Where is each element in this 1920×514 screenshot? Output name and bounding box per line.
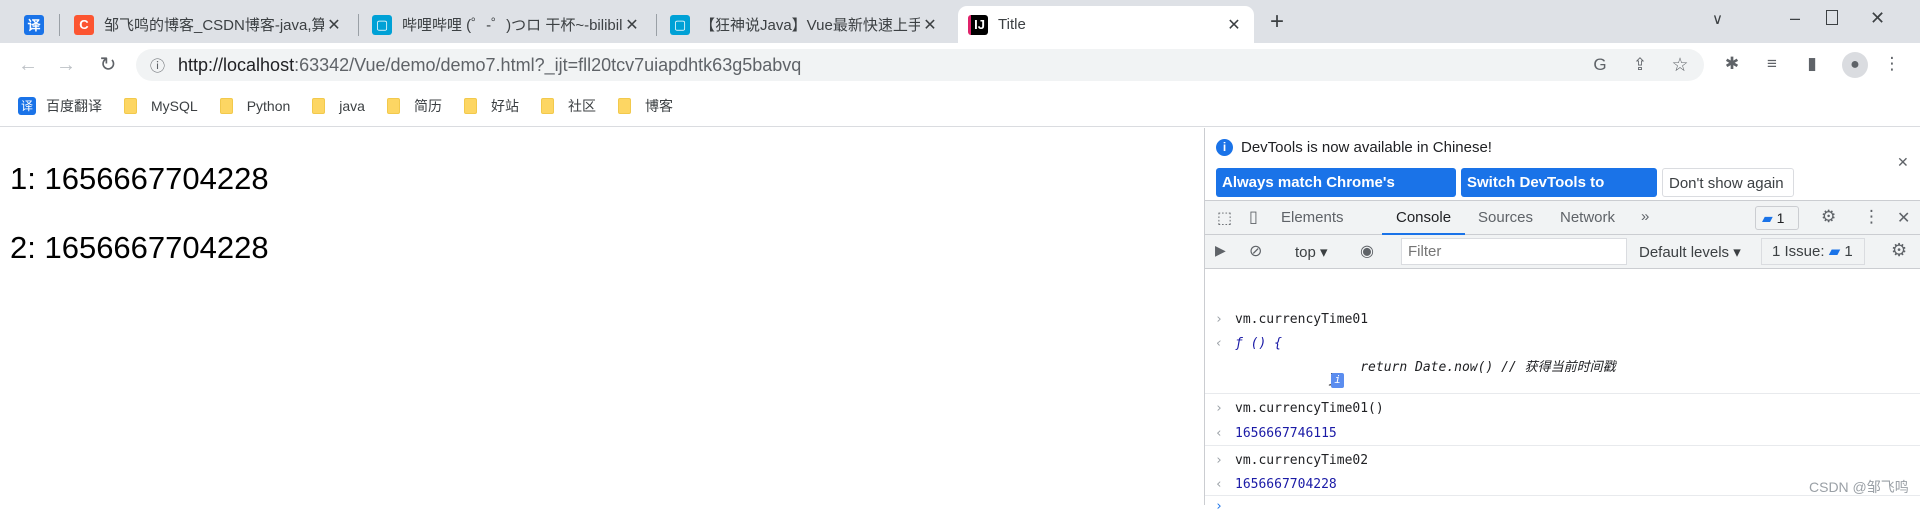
input-chevron-icon: › [1215, 401, 1223, 416]
console-toolbar: ▶ ⊘ top ▾ ◉ Default levels ▾ 1 Issue: ▰ … [1205, 235, 1920, 269]
output-chevron-icon: ‹ [1215, 477, 1223, 492]
language-infobar: i DevTools is now available in Chinese! … [1205, 128, 1920, 220]
switch-to-chinese-button[interactable]: Switch DevTools to Chinese [1461, 168, 1657, 220]
folder-icon [540, 98, 554, 114]
google-translate-icon[interactable]: G [1588, 55, 1612, 75]
tab-bilibili[interactable]: ▢ 哔哩哔哩 (゜-゜)つロ 干杯~-bilibili ✕ [362, 6, 652, 43]
tab-search-icon[interactable]: ∨ [1712, 10, 1723, 28]
settings-gear-icon[interactable]: ⚙ [1821, 207, 1836, 227]
bookmark-folder[interactable]: 博客 [617, 96, 673, 116]
media-queue-icon[interactable]: ≡ [1760, 54, 1784, 74]
new-tab-button[interactable]: + [1270, 8, 1284, 36]
tab-vue-course[interactable]: ▢ 【狂神说Java】Vue最新快速上手 ✕ [660, 6, 950, 43]
dont-show-again-button[interactable]: Don't show again [1662, 168, 1794, 197]
address-bar[interactable]: ⓘ http://localhost:63342/Vue/demo/demo7.… [136, 49, 1704, 81]
forward-button[interactable]: → [52, 51, 80, 79]
watermark: CSDN @邹飞鸣 [1809, 479, 1909, 495]
minimize-button[interactable]: – [1790, 8, 1800, 29]
clear-console-icon[interactable]: ⊘ [1249, 241, 1262, 261]
folder-icon [124, 98, 137, 114]
input-chevron-icon: › [1215, 312, 1223, 327]
bookmark-folder[interactable]: Python [219, 98, 290, 114]
intellij-icon: IJ [968, 14, 988, 35]
page-content: 1: 1656667704228 2: 1656667704228 [0, 128, 1204, 505]
info-icon: i [1216, 139, 1233, 156]
tab-console[interactable]: Console [1382, 201, 1466, 235]
close-tab-icon[interactable]: ✕ [920, 15, 940, 35]
output-chevron-icon: ‹ [1215, 426, 1223, 441]
time-line-2: 2: 1656667704228 [10, 230, 269, 265]
message-icon: ▰ [1828, 243, 1841, 260]
bookmark-star-icon[interactable]: ☆ [1668, 54, 1692, 77]
avatar[interactable]: ● [1842, 52, 1868, 78]
close-tab-icon[interactable]: ✕ [1224, 15, 1244, 35]
console-filter-input[interactable] [1401, 238, 1627, 265]
back-button[interactable]: ← [14, 51, 42, 79]
close-devtools-icon[interactable]: ✕ [1897, 208, 1910, 228]
issues-button[interactable]: 1 Issue: ▰ 1 [1761, 238, 1865, 265]
restore-button[interactable] [1826, 10, 1838, 25]
tab-pinned-translate[interactable]: 译 [14, 6, 54, 43]
folder-icon [386, 98, 400, 114]
info-badge-icon[interactable]: i [1331, 373, 1344, 388]
info-icon[interactable]: ⓘ [150, 55, 165, 76]
close-tab-icon[interactable]: ✕ [622, 15, 642, 35]
console-settings-gear-icon[interactable]: ⚙ [1891, 240, 1907, 261]
bookmark-folder[interactable]: 社区 [540, 96, 596, 116]
folder-icon [617, 98, 631, 114]
close-window-button[interactable]: ✕ [1870, 8, 1885, 29]
message-icon: ▰ [1762, 210, 1773, 226]
share-icon[interactable]: ⇪ [1628, 55, 1652, 75]
input-chevron-icon: › [1215, 453, 1223, 468]
bilibili-icon: ▢ [670, 14, 690, 35]
bookmarks-bar: 译百度翻译 MySQL Python java 简历 好站 社区 博客 [0, 86, 1920, 127]
output-chevron-icon: ‹ [1215, 336, 1223, 351]
tab-network[interactable]: Network [1560, 201, 1615, 235]
tab-title-active[interactable]: IJ Title ✕ [958, 6, 1254, 43]
side-panel-icon[interactable]: ▮ [1800, 54, 1824, 74]
bilibili-icon: ▢ [372, 14, 392, 35]
bookmark-folder[interactable]: MySQL [124, 98, 198, 114]
devtools-tabbar: ⬚ ▯ Elements Console Sources Network » ▰… [1205, 201, 1920, 235]
time-line-1: 1: 1656667704228 [10, 161, 269, 196]
tab-strip: 译 C 邹飞鸣的博客_CSDN博客-java,算 ✕ ▢ 哔哩哔哩 (゜-゜)つロ 干… [0, 0, 1920, 43]
log-levels-select[interactable]: Default levels ▾ [1639, 243, 1741, 261]
folder-icon [219, 98, 233, 114]
issues-badge-button[interactable]: ▰ 1 [1755, 206, 1799, 230]
always-match-language-button[interactable]: Always match Chrome's language [1216, 168, 1456, 220]
menu-icon[interactable]: ⋮ [1880, 54, 1904, 74]
bookmark-folder[interactable]: 好站 [463, 96, 519, 116]
extensions-icon[interactable]: ✱ [1720, 54, 1744, 74]
device-toolbar-icon[interactable]: ▯ [1249, 207, 1258, 227]
translate-icon: 译 [18, 97, 36, 115]
more-tabs-icon[interactable]: » [1641, 208, 1649, 225]
more-options-icon[interactable]: ⋮ [1863, 207, 1880, 227]
devtools-panel: i DevTools is now available in Chinese! … [1204, 128, 1920, 514]
bookmark-folder[interactable]: 简历 [386, 96, 442, 116]
bookmark-folder[interactable]: java [312, 98, 365, 114]
inspect-element-icon[interactable]: ⬚ [1217, 208, 1232, 228]
tab-csdn[interactable]: C 邹飞鸣的博客_CSDN博客-java,算 ✕ [64, 6, 354, 43]
bookmark-baidu-translate[interactable]: 译百度翻译 [18, 96, 102, 116]
toolbar: ← → ↻ ⓘ http://localhost:63342/Vue/demo/… [0, 43, 1920, 86]
translate-icon: 译 [24, 14, 44, 35]
tab-elements[interactable]: Elements [1281, 201, 1344, 235]
live-expression-eye-icon[interactable]: ◉ [1360, 241, 1374, 261]
reload-button[interactable]: ↻ [94, 51, 122, 79]
close-tab-icon[interactable]: ✕ [324, 15, 344, 35]
console-output: › vm.currencyTime01 ‹ ƒ () { return Date.n… [1205, 270, 1920, 514]
tab-sources[interactable]: Sources [1478, 201, 1533, 235]
context-select[interactable]: top ▾ [1295, 243, 1328, 261]
close-infobar-icon[interactable]: ✕ [1897, 154, 1909, 171]
prompt-chevron-icon: › [1215, 499, 1223, 514]
csdn-icon: C [74, 14, 94, 35]
folder-icon [463, 98, 477, 114]
folder-icon [312, 98, 326, 114]
sidebar-toggle-icon[interactable]: ▶ [1215, 242, 1226, 259]
